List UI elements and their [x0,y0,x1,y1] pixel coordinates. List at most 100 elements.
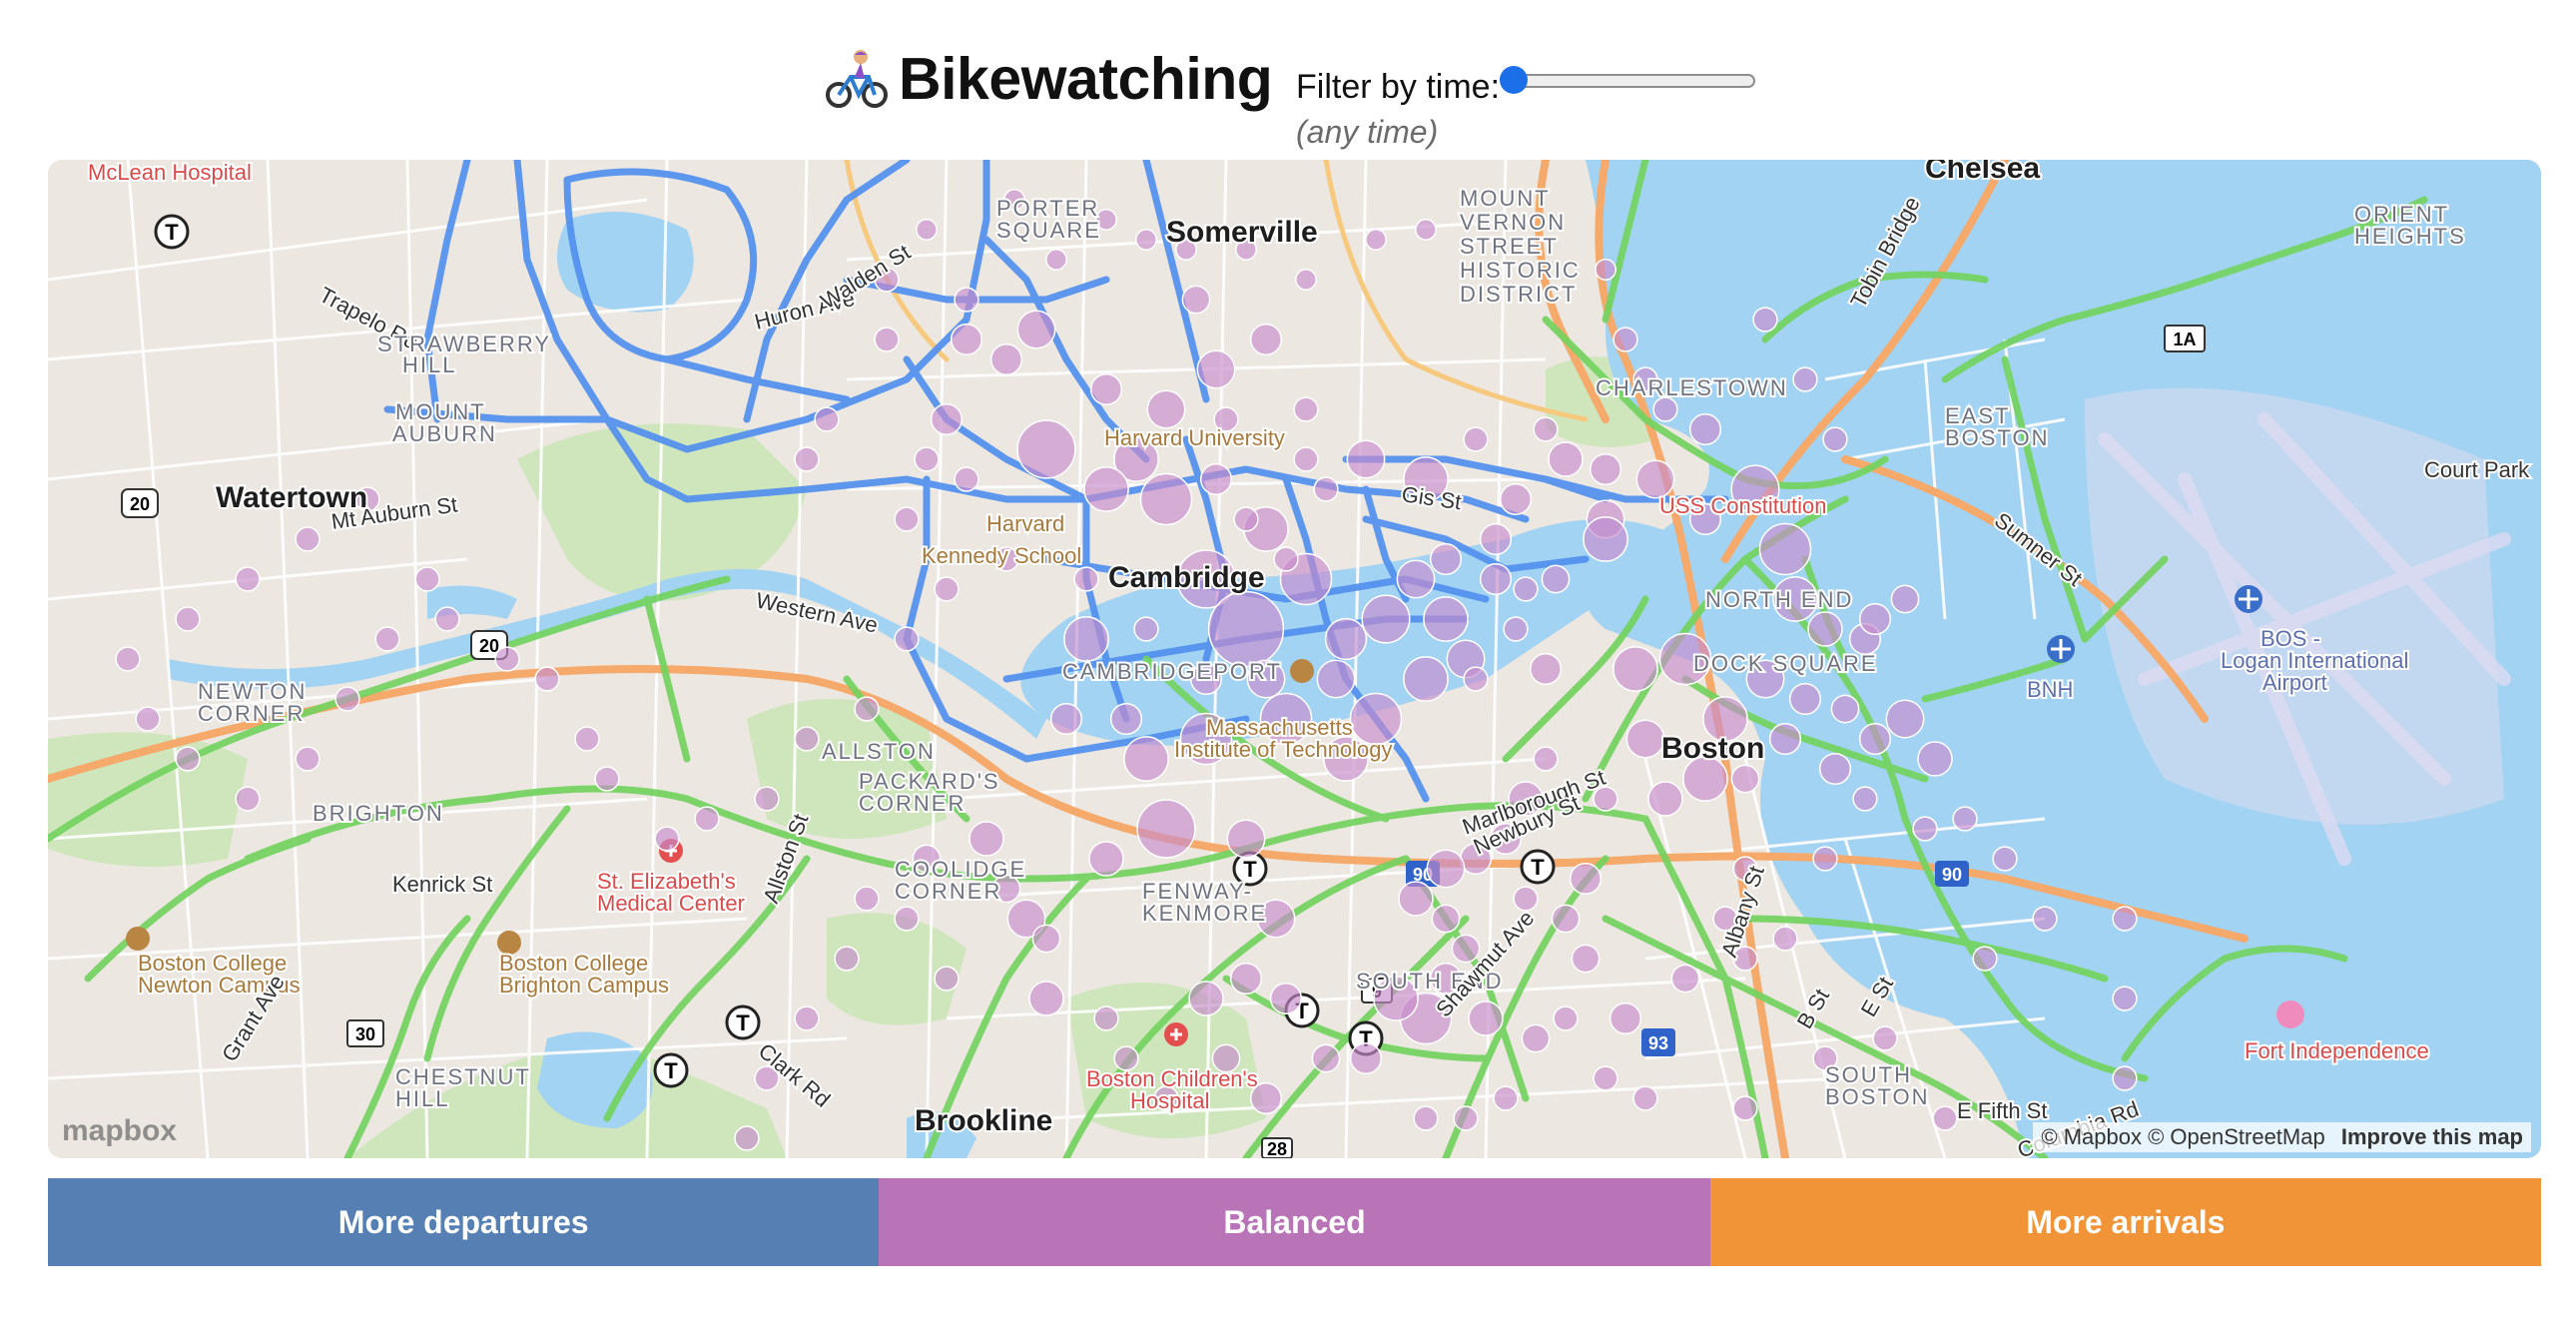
station-marker[interactable] [1890,584,1920,614]
station-marker[interactable] [894,626,920,652]
station-marker[interactable] [1972,946,1998,972]
station-marker[interactable] [1016,310,1056,349]
station-marker[interactable] [1463,426,1489,452]
station-marker[interactable] [1269,982,1303,1015]
station-marker[interactable] [1612,646,1658,692]
station-marker[interactable] [794,1005,820,1031]
station-marker[interactable] [1479,562,1513,596]
station-marker[interactable] [1273,546,1299,572]
station-marker[interactable] [2112,986,2138,1011]
station-marker[interactable] [1233,506,1259,532]
station-marker[interactable] [834,946,860,972]
station-marker[interactable] [1199,462,1233,496]
station-marker[interactable] [1453,1105,1479,1131]
station-marker[interactable] [1398,881,1434,917]
station-marker[interactable] [1513,886,1539,912]
station-marker[interactable] [1196,349,1236,389]
station-marker[interactable] [1088,841,1124,877]
station-marker[interactable] [1311,1043,1341,1073]
station-marker[interactable] [1313,476,1339,502]
station-marker[interactable] [594,766,620,792]
station-marker[interactable] [1932,1105,1958,1131]
station-marker[interactable] [2112,1065,2138,1091]
station-marker[interactable] [1429,542,1463,576]
station-marker[interactable] [1595,259,1616,281]
station-marker[interactable] [414,566,440,592]
station-marker[interactable] [1207,590,1285,668]
station-marker[interactable] [2032,906,2058,932]
station-marker[interactable] [950,323,983,356]
station-marker[interactable] [1499,482,1533,516]
station-marker[interactable] [1293,396,1319,422]
station-marker[interactable] [1768,722,1802,756]
station-marker[interactable] [1872,1025,1898,1051]
station-marker[interactable] [1583,516,1628,562]
station-marker[interactable] [1533,416,1559,442]
map-canvas[interactable]: 20 20 30 1A 90 90 93 9 28 T T T T T T T [48,160,2541,1158]
station-marker[interactable] [814,406,840,432]
station-marker[interactable] [1830,694,1860,724]
station-marker[interactable] [1885,699,1925,739]
station-marker[interactable] [1688,412,1722,446]
station-marker[interactable] [434,606,460,632]
station-marker[interactable] [1415,219,1437,241]
station-marker[interactable] [1503,616,1529,642]
station-marker[interactable] [1730,764,1760,794]
map[interactable]: 20 20 30 1A 90 90 93 9 28 T T T T T T T [48,160,2541,1158]
station-marker[interactable] [115,646,141,672]
station-marker[interactable] [1912,816,1938,842]
station-marker[interactable] [930,402,964,436]
station-marker[interactable] [175,746,201,772]
station-marker[interactable] [754,786,780,812]
station-marker[interactable] [1136,799,1196,859]
station-marker[interactable] [954,466,979,492]
station-marker[interactable] [1083,466,1129,512]
station-marker[interactable] [1346,439,1386,479]
station-marker[interactable] [1249,323,1283,356]
station-marker[interactable] [1772,926,1798,952]
station-marker[interactable] [954,287,979,313]
station-marker[interactable] [235,786,261,812]
station-marker[interactable] [1625,719,1665,759]
station-marker[interactable] [1858,602,1892,636]
improve-map-link[interactable]: Improve this map [2341,1124,2523,1149]
station-marker[interactable] [295,746,321,772]
station-marker[interactable] [734,1125,760,1151]
station-marker[interactable] [874,327,900,352]
station-marker[interactable] [494,646,520,672]
station-marker[interactable] [1529,652,1563,686]
station-marker[interactable] [794,446,820,472]
station-marker[interactable] [1952,806,1978,832]
station-marker[interactable] [1647,781,1683,817]
station-marker[interactable] [1045,249,1067,271]
slider-thumb[interactable] [1500,66,1528,94]
station-marker[interactable] [1551,904,1581,934]
station-marker[interactable] [1609,1001,1642,1035]
station-marker[interactable] [1533,746,1559,772]
station-marker[interactable] [1541,564,1571,594]
station-marker[interactable] [1133,616,1159,642]
station-marker[interactable] [1031,924,1061,954]
station-marker[interactable] [1589,452,1622,486]
station-marker[interactable] [1403,656,1449,702]
station-marker[interactable] [1822,426,1848,452]
station-marker[interactable] [1135,229,1157,251]
station-marker[interactable] [1513,576,1539,602]
station-marker[interactable] [794,726,820,752]
station-marker[interactable] [1493,1085,1519,1111]
station-marker[interactable] [1569,862,1603,896]
station-marker[interactable] [135,706,161,732]
station-marker[interactable] [1632,1085,1658,1111]
station-marker[interactable] [1548,441,1584,477]
station-marker[interactable] [854,886,880,912]
station-marker[interactable] [1426,849,1466,889]
station-marker[interactable] [1652,396,1678,422]
station-marker[interactable] [1818,752,1852,786]
station-marker[interactable] [1361,594,1411,644]
station-marker[interactable] [1468,1000,1504,1036]
station-marker[interactable] [1324,617,1368,661]
station-marker[interactable] [1917,741,1953,777]
station-marker[interactable] [1226,819,1266,859]
station-marker[interactable] [1123,736,1169,782]
station-marker[interactable] [534,666,560,692]
